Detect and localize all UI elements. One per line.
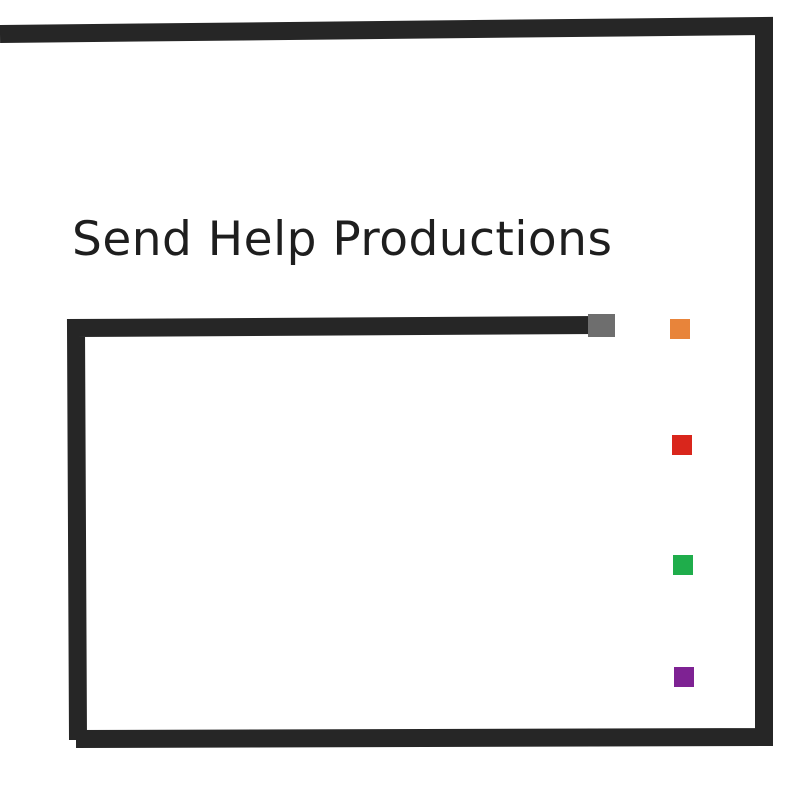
- logo-canvas: Send Help Productions: [0, 0, 800, 800]
- purple-square: [674, 667, 694, 687]
- red-square: [672, 435, 692, 455]
- green-square: [673, 555, 693, 575]
- orange-square: [670, 319, 690, 339]
- inner-bracket: [66, 316, 599, 741]
- inner-bracket-handle: [588, 314, 615, 337]
- outer-bracket: [0, 16, 773, 748]
- brand-title: Send Help Productions: [72, 212, 613, 267]
